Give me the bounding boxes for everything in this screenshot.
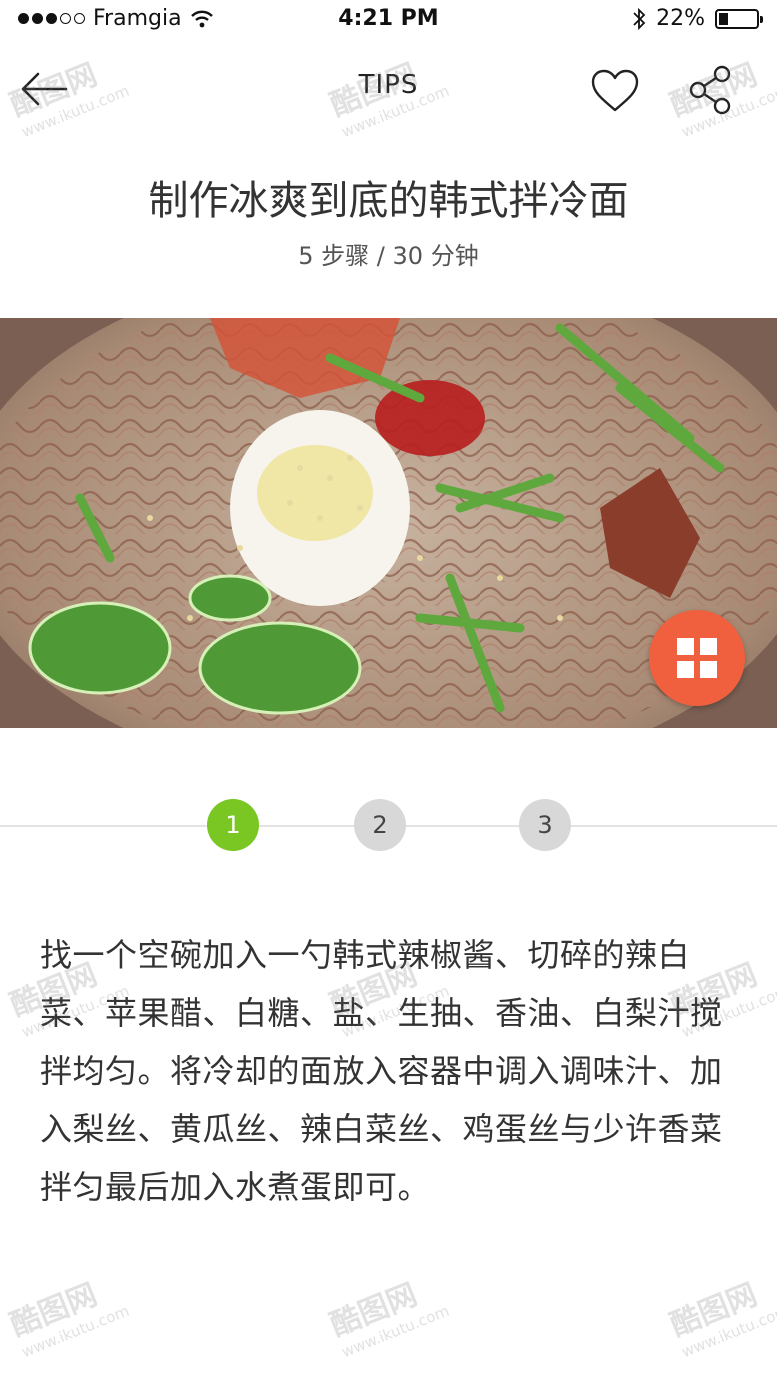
step-description: 找一个空碗加入一勺韩式辣椒酱、切碎的辣白菜、苹果醋、白糖、盐、生抽、香油、白梨汁…	[40, 936, 723, 1206]
nav-bar: TIPS	[0, 48, 777, 128]
battery-percent: 22%	[656, 6, 705, 31]
status-bar: Framgia 4:21 PM 22%	[0, 0, 777, 40]
watermark: 酷图网 www.ikutu.com	[325, 1277, 452, 1362]
battery-icon	[715, 8, 763, 29]
nav-title: TIPS	[358, 70, 419, 100]
share-icon[interactable]	[686, 64, 734, 116]
status-right: 22%	[632, 6, 763, 31]
step-indicator-3[interactable]: 3	[519, 799, 571, 851]
recipe-meta: 5 步骤 / 30 分钟	[298, 242, 479, 270]
step-grid-button[interactable]	[649, 610, 745, 706]
back-arrow-icon[interactable]	[18, 64, 70, 114]
recipe-title: 制作冰爽到底的韩式拌冷面	[148, 178, 629, 224]
watermark: 酷图网 www.ikutu.com	[5, 1277, 132, 1362]
watermark: 酷图网 www.ikutu.com	[665, 1277, 777, 1362]
step-indicator-2[interactable]: 2	[354, 799, 406, 851]
bluetooth-icon	[633, 7, 646, 30]
heart-icon[interactable]	[590, 68, 640, 114]
step-indicator-1[interactable]: 1	[207, 799, 259, 851]
